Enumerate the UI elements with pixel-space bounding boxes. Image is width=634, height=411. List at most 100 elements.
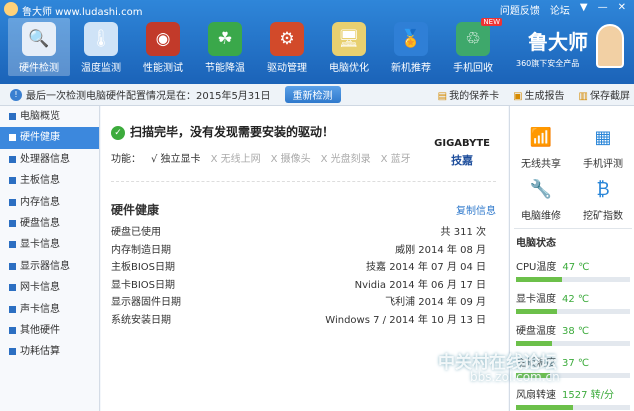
info-bar: ! 最后一次检测电脑硬件配置情况是在：2015年5月31日 重新检测 ▤ 我的保养… xyxy=(0,84,634,106)
sidebar-item-label: 硬盘信息 xyxy=(20,217,60,229)
check-icon: ✓ xyxy=(111,125,125,140)
sidebar-item-label: 硬件健康 xyxy=(20,132,60,144)
scan-result-text: 扫描完毕，没有发现需要安装的驱动！ xyxy=(130,125,335,139)
sidebar-item[interactable]: 处理器信息 xyxy=(0,149,99,170)
sidebar-item[interactable]: 主板信息 xyxy=(0,170,99,191)
info-links: ▤ 我的保养卡 ▣ 生成报告 ▥ 保存截屏 xyxy=(438,87,630,102)
nav-label: 电脑优化 xyxy=(329,63,369,74)
nav-icon: ◉ xyxy=(146,22,180,56)
card-icon: ▤ xyxy=(437,91,448,102)
sidebar-item[interactable]: 内存信息 xyxy=(0,192,99,213)
status-label: 显卡温度 xyxy=(516,294,556,305)
feedback-link[interactable]: 问题反馈 xyxy=(500,2,540,17)
menu-dropdown-icon[interactable]: ▼ xyxy=(580,2,588,17)
sidebar-item[interactable]: 显卡信息 xyxy=(0,234,99,255)
bullet-icon xyxy=(9,155,16,163)
nav-item-7[interactable]: ♲ 手机回收 NEW xyxy=(442,18,504,76)
nav-label: 新机推荐 xyxy=(391,63,431,74)
tool-icon: ₿ xyxy=(596,178,610,200)
info-value: Windows 7 / 2014 年 10 月 13 日 xyxy=(325,314,486,326)
sidebar: 电脑概览硬件健康处理器信息主板信息内存信息硬盘信息显卡信息显示器信息 网卡信息 声卡… xyxy=(0,106,100,411)
sidebar-item[interactable]: 其他硬件 xyxy=(0,320,99,341)
sidebar-item[interactable]: 显示器信息 xyxy=(0,256,99,277)
info-value: Nvidia 2014 年 06 月 17 日 xyxy=(354,279,486,291)
bullet-icon xyxy=(9,219,16,227)
sidebar-item-label: 其他硬件 xyxy=(20,324,60,336)
watermark-url: bbs.zol.com.cn xyxy=(470,370,560,384)
sidebar-item[interactable]: 电脑概览 xyxy=(0,106,99,127)
report-label: 生成报告 xyxy=(524,91,565,102)
status-value: 47 ℃ xyxy=(562,262,590,273)
status-bar-fill xyxy=(516,341,553,346)
tool-button[interactable]: 🔧 电脑维修 xyxy=(512,174,570,223)
maintenance-card-link[interactable]: ▤ 我的保养卡 xyxy=(438,87,499,102)
tool-button[interactable]: ₿ 挖矿指数 xyxy=(574,174,632,223)
info-key: 内存制造日期 xyxy=(111,244,171,256)
sidebar-item[interactable]: 声卡信息 xyxy=(0,299,99,320)
new-badge: NEW xyxy=(481,18,502,26)
nav-icon: 🔍 xyxy=(22,22,56,56)
close-icon[interactable]: ✕ xyxy=(618,2,626,17)
bullet-icon xyxy=(9,134,16,142)
sidebar-item[interactable]: 硬件健康 xyxy=(0,127,99,149)
tool-label: 手机评测 xyxy=(583,159,623,170)
tool-icon: 📶 xyxy=(529,126,553,148)
copy-info-link[interactable]: 复制信息 xyxy=(456,202,496,217)
nav-icon: 🏅 xyxy=(394,22,428,56)
sidebar-item-label: 内存信息 xyxy=(20,196,60,208)
tool-button[interactable]: 📶 无线共享 xyxy=(512,122,570,171)
nav-label: 温度监测 xyxy=(81,63,121,74)
report-link[interactable]: ▣ 生成报告 xyxy=(513,87,564,102)
report-icon: ▣ xyxy=(513,91,523,102)
sidebar-item-label: 主板信息 xyxy=(20,175,60,187)
vendor-logo: GIGABYTE 技嘉 xyxy=(434,138,490,168)
vendor-name-en: GIGABYTE xyxy=(434,138,490,149)
divider xyxy=(514,228,632,229)
screenshot-icon: ▥ xyxy=(578,91,588,102)
nav-item-1[interactable]: 🌡 温度监测 xyxy=(70,18,132,76)
nav-item-4[interactable]: ⚙ 驱动管理 xyxy=(256,18,318,76)
main-nav: 🔍 硬件检测 🌡 温度监测 ◉ 性能测试 ☘ 节能降温 ⚙ 驱动管理 🖥 电脑优化 🏅 新机推荐 ♲ 手机回收… xyxy=(8,18,504,76)
scan-result: ✓ 扫描完毕，没有发现需要安装的驱动！ xyxy=(111,123,334,140)
nav-icon: 🌡 xyxy=(84,22,118,56)
vendor-name-cn: 技嘉 xyxy=(451,154,474,167)
status-item: 硬盘温度 38 ℃ xyxy=(516,322,630,346)
function-item: X 光盘刻录 xyxy=(320,154,371,165)
tool-button[interactable]: ▦ 手机评测 xyxy=(574,122,632,171)
nav-item-6[interactable]: 🏅 新机推荐 xyxy=(380,18,442,76)
bullet-icon xyxy=(9,113,16,120)
info-value: 飞利浦 2014 年 09 月 xyxy=(385,297,486,308)
sidebar-item-label: 显卡信息 xyxy=(20,239,60,251)
bullet-icon xyxy=(9,241,16,249)
screenshot-link[interactable]: ▥ 保存截屏 xyxy=(579,87,630,102)
status-bar-fill xyxy=(516,309,558,314)
tool-label: 挖矿指数 xyxy=(583,211,623,222)
nav-label: 手机回收 xyxy=(453,63,493,74)
status-item: 风扇转速 1527 转/分 xyxy=(516,386,630,410)
function-list: 功能： √ 独立显卡 X 无线上网 X 摄像头 X 光盘刻录 X 蓝牙 xyxy=(111,150,411,165)
screenshot-label: 保存截屏 xyxy=(590,91,630,102)
brand-subtitle: 360旗下安全产品 xyxy=(516,59,580,68)
status-value: 1527 转/分 xyxy=(562,390,614,401)
info-row: 硬盘已使用 共 311 次 xyxy=(111,223,486,238)
nav-item-2[interactable]: ◉ 性能测试 xyxy=(132,18,194,76)
nav-item-0[interactable]: 🔍 硬件检测 xyxy=(8,18,70,76)
sidebar-item[interactable]: 功耗估算 xyxy=(0,341,99,362)
info-row: 显卡BIOS日期 Nvidia 2014 年 06 月 17 日 xyxy=(111,276,486,291)
forum-link[interactable]: 论坛 xyxy=(550,2,570,17)
status-value: 37 ℃ xyxy=(562,358,590,369)
nav-item-3[interactable]: ☘ 节能降温 xyxy=(194,18,256,76)
sidebar-item[interactable]: 硬盘信息 xyxy=(0,213,99,234)
minimize-icon[interactable]: — xyxy=(598,2,608,17)
info-key: 显卡BIOS日期 xyxy=(111,279,176,291)
brand: 鲁大师 360旗下安全产品 xyxy=(514,20,624,76)
nav-item-5[interactable]: 🖥 电脑优化 xyxy=(318,18,380,76)
info-value: 共 311 次 xyxy=(440,227,486,238)
sidebar-item[interactable]: 网卡信息 xyxy=(0,277,99,298)
recheck-button[interactable]: 重新检测 xyxy=(284,86,341,103)
sidebar-item-label: 电脑概览 xyxy=(20,111,60,122)
bullet-icon xyxy=(9,284,16,292)
info-value: 威刚 2014 年 08 月 xyxy=(395,244,486,256)
section-title: 硬件健康 xyxy=(111,203,160,217)
nav-label: 节能降温 xyxy=(205,63,245,74)
